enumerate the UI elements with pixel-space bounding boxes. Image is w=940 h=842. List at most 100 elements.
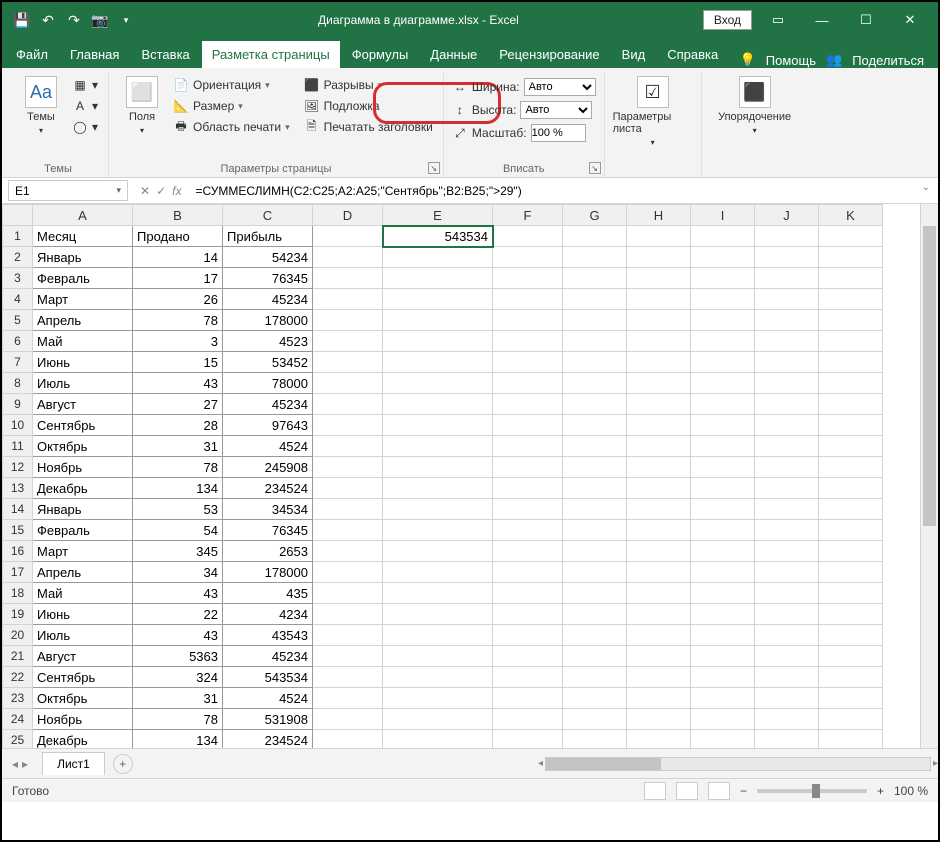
tell-me[interactable]: Помощь xyxy=(766,53,816,68)
cell[interactable] xyxy=(819,478,883,499)
table-row[interactable]: 12Ноябрь78245908 xyxy=(3,457,883,478)
qat-customize-icon[interactable]: ▾ xyxy=(118,12,134,28)
cell[interactable] xyxy=(755,667,819,688)
cell[interactable] xyxy=(313,541,383,562)
cell[interactable] xyxy=(755,373,819,394)
cell[interactable] xyxy=(563,646,627,667)
cell[interactable] xyxy=(383,499,493,520)
row-header[interactable]: 13 xyxy=(3,478,33,499)
sheet-options-button[interactable]: ☑ Параметры листа ▾ xyxy=(613,72,693,161)
cell[interactable] xyxy=(313,478,383,499)
cell[interactable] xyxy=(627,373,691,394)
cell[interactable]: Продано xyxy=(133,226,223,247)
cell[interactable]: 43 xyxy=(133,625,223,646)
cell[interactable] xyxy=(819,688,883,709)
cell[interactable]: 2653 xyxy=(223,541,313,562)
cell[interactable] xyxy=(383,625,493,646)
cell[interactable]: Январь xyxy=(33,247,133,268)
cell[interactable] xyxy=(691,583,755,604)
cell[interactable] xyxy=(627,436,691,457)
cell[interactable] xyxy=(627,541,691,562)
cell[interactable]: 45234 xyxy=(223,289,313,310)
cell[interactable] xyxy=(313,394,383,415)
col-header[interactable]: C xyxy=(223,205,313,226)
cell[interactable] xyxy=(383,247,493,268)
cell[interactable] xyxy=(563,331,627,352)
cell[interactable] xyxy=(819,352,883,373)
cell[interactable] xyxy=(493,583,563,604)
cell[interactable] xyxy=(383,331,493,352)
cell[interactable]: 78000 xyxy=(223,373,313,394)
row-header[interactable]: 2 xyxy=(3,247,33,268)
cell[interactable] xyxy=(563,289,627,310)
cell[interactable] xyxy=(313,373,383,394)
tab-page-layout[interactable]: Разметка страницы xyxy=(202,41,340,68)
cell[interactable] xyxy=(755,709,819,730)
col-header[interactable]: I xyxy=(691,205,755,226)
table-row[interactable]: 21Август536345234 xyxy=(3,646,883,667)
name-box[interactable]: E1 ▾ xyxy=(8,180,128,201)
cell[interactable] xyxy=(627,352,691,373)
cell[interactable] xyxy=(493,688,563,709)
themes-button[interactable]: Aa Темы ▾ xyxy=(16,72,66,161)
cell[interactable] xyxy=(493,289,563,310)
cell[interactable]: 45234 xyxy=(223,646,313,667)
cell[interactable]: 26 xyxy=(133,289,223,310)
row-header[interactable]: 8 xyxy=(3,373,33,394)
page-layout-view-button[interactable] xyxy=(676,782,698,800)
table-row[interactable]: 11Октябрь314524 xyxy=(3,436,883,457)
tab-insert[interactable]: Вставка xyxy=(131,41,199,68)
cell[interactable] xyxy=(313,562,383,583)
row-header[interactable]: 12 xyxy=(3,457,33,478)
row-header[interactable]: 3 xyxy=(3,268,33,289)
cell[interactable] xyxy=(819,289,883,310)
ribbon-display-options-icon[interactable]: ▭ xyxy=(760,6,796,34)
cell[interactable] xyxy=(627,499,691,520)
effects-button[interactable]: ◯▾ xyxy=(70,118,100,136)
table-row[interactable]: 14Январь5334534 xyxy=(3,499,883,520)
cell[interactable] xyxy=(755,415,819,436)
table-row[interactable]: 10Сентябрь2897643 xyxy=(3,415,883,436)
table-row[interactable]: 5Апрель78178000 xyxy=(3,310,883,331)
cell[interactable]: 543534 xyxy=(223,667,313,688)
table-row[interactable]: 1МесяцПроданоПрибыль543534 xyxy=(3,226,883,247)
add-sheet-button[interactable]: + xyxy=(113,754,133,774)
cell[interactable] xyxy=(755,331,819,352)
cell[interactable] xyxy=(691,373,755,394)
cell[interactable] xyxy=(493,541,563,562)
cell[interactable] xyxy=(313,667,383,688)
cell[interactable] xyxy=(755,625,819,646)
cell[interactable] xyxy=(313,457,383,478)
cell[interactable] xyxy=(563,436,627,457)
cell[interactable] xyxy=(755,226,819,247)
camera-icon[interactable]: 📷 xyxy=(92,12,108,28)
table-row[interactable]: 16Март3452653 xyxy=(3,541,883,562)
cell[interactable] xyxy=(313,709,383,730)
cell[interactable] xyxy=(383,520,493,541)
share-button[interactable]: Поделиться xyxy=(852,53,924,68)
cell[interactable]: Ноябрь xyxy=(33,709,133,730)
cell[interactable]: 53 xyxy=(133,499,223,520)
tab-review[interactable]: Рецензирование xyxy=(489,41,609,68)
cell[interactable]: 43 xyxy=(133,373,223,394)
cell[interactable] xyxy=(755,436,819,457)
cell[interactable]: Месяц xyxy=(33,226,133,247)
row-header[interactable]: 9 xyxy=(3,394,33,415)
fx-icon[interactable]: fx xyxy=(172,184,181,198)
table-row[interactable]: 24Ноябрь78531908 xyxy=(3,709,883,730)
cell[interactable] xyxy=(819,331,883,352)
table-row[interactable]: 2Январь1454234 xyxy=(3,247,883,268)
cell[interactable]: Прибыль xyxy=(223,226,313,247)
normal-view-button[interactable] xyxy=(644,782,666,800)
cell[interactable] xyxy=(819,583,883,604)
cell[interactable] xyxy=(819,268,883,289)
cell[interactable] xyxy=(819,499,883,520)
cell[interactable]: 54 xyxy=(133,520,223,541)
cell[interactable] xyxy=(383,394,493,415)
row-header[interactable]: 21 xyxy=(3,646,33,667)
cell[interactable]: 17 xyxy=(133,268,223,289)
row-header[interactable]: 19 xyxy=(3,604,33,625)
cell[interactable] xyxy=(627,709,691,730)
cell[interactable]: 531908 xyxy=(223,709,313,730)
cell[interactable] xyxy=(627,457,691,478)
